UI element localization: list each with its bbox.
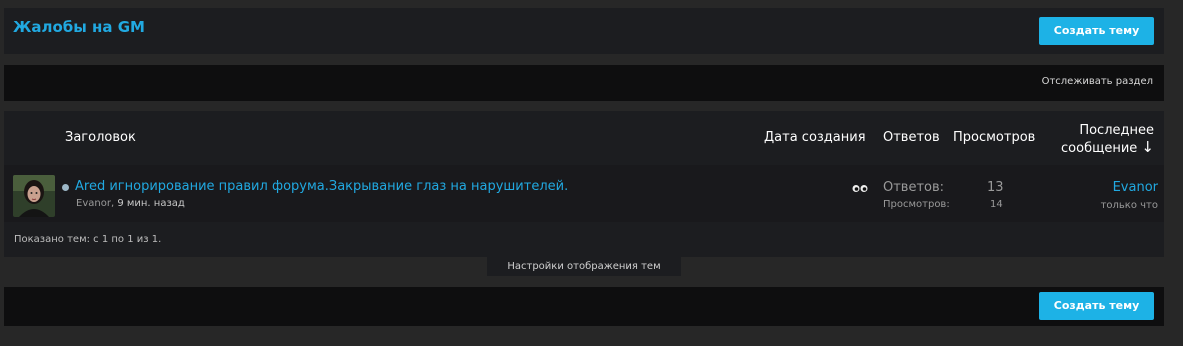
last-post-time[interactable]: только что (1101, 200, 1158, 211)
display-settings-toggle[interactable]: Настройки отображения тем (487, 257, 681, 276)
column-last-post-line2: сообщение (1061, 141, 1138, 156)
bottom-bar: Создать тему (4, 287, 1164, 326)
topic-list: Заголовок Дата создания Ответов Просмотр… (4, 111, 1164, 257)
column-last-post[interactable]: Последнее сообщение ↓ (1061, 122, 1154, 157)
topic-meta: Evanor, 9 мин. назад (76, 198, 185, 209)
create-topic-button-bottom[interactable]: Создать тему (1039, 292, 1154, 320)
column-last-post-line1: Последнее (1079, 123, 1154, 138)
forum-header: Жалобы на GM Создать тему (4, 8, 1164, 54)
column-views[interactable]: Просмотров (953, 130, 1035, 145)
eyes-icon (852, 183, 868, 196)
last-post-user-link[interactable]: Evanor (1113, 180, 1158, 195)
topics-shown-count: Показано тем: с 1 по 1 из 1. (14, 234, 162, 245)
topic-time[interactable]: 9 мин. назад (117, 198, 185, 209)
avatar[interactable] (13, 175, 55, 217)
watch-bar: Отслеживать раздел (4, 65, 1164, 101)
replies-count: 13 (987, 180, 1004, 195)
forum-title: Жалобы на GM (13, 18, 145, 36)
column-created[interactable]: Дата создания (764, 130, 866, 145)
topic-author-link[interactable]: Evanor (76, 198, 111, 209)
topic-title-link[interactable]: Ared игнорирование правил форума.Закрыва… (75, 179, 568, 194)
views-label: Просмотров: (883, 199, 950, 210)
sort-desc-icon: ↓ (1141, 138, 1154, 156)
column-replies[interactable]: Ответов (883, 130, 940, 145)
topic-status-icon (62, 184, 69, 191)
replies-label: Ответов: (883, 180, 945, 195)
topic-row: Ared игнорирование правил форума.Закрыва… (4, 165, 1164, 222)
views-count: 14 (990, 199, 1003, 210)
topic-meta-separator: , (110, 198, 115, 209)
column-title[interactable]: Заголовок (65, 130, 136, 145)
create-topic-button[interactable]: Создать тему (1039, 17, 1154, 45)
watch-forum-link[interactable]: Отслеживать раздел (1042, 76, 1153, 87)
